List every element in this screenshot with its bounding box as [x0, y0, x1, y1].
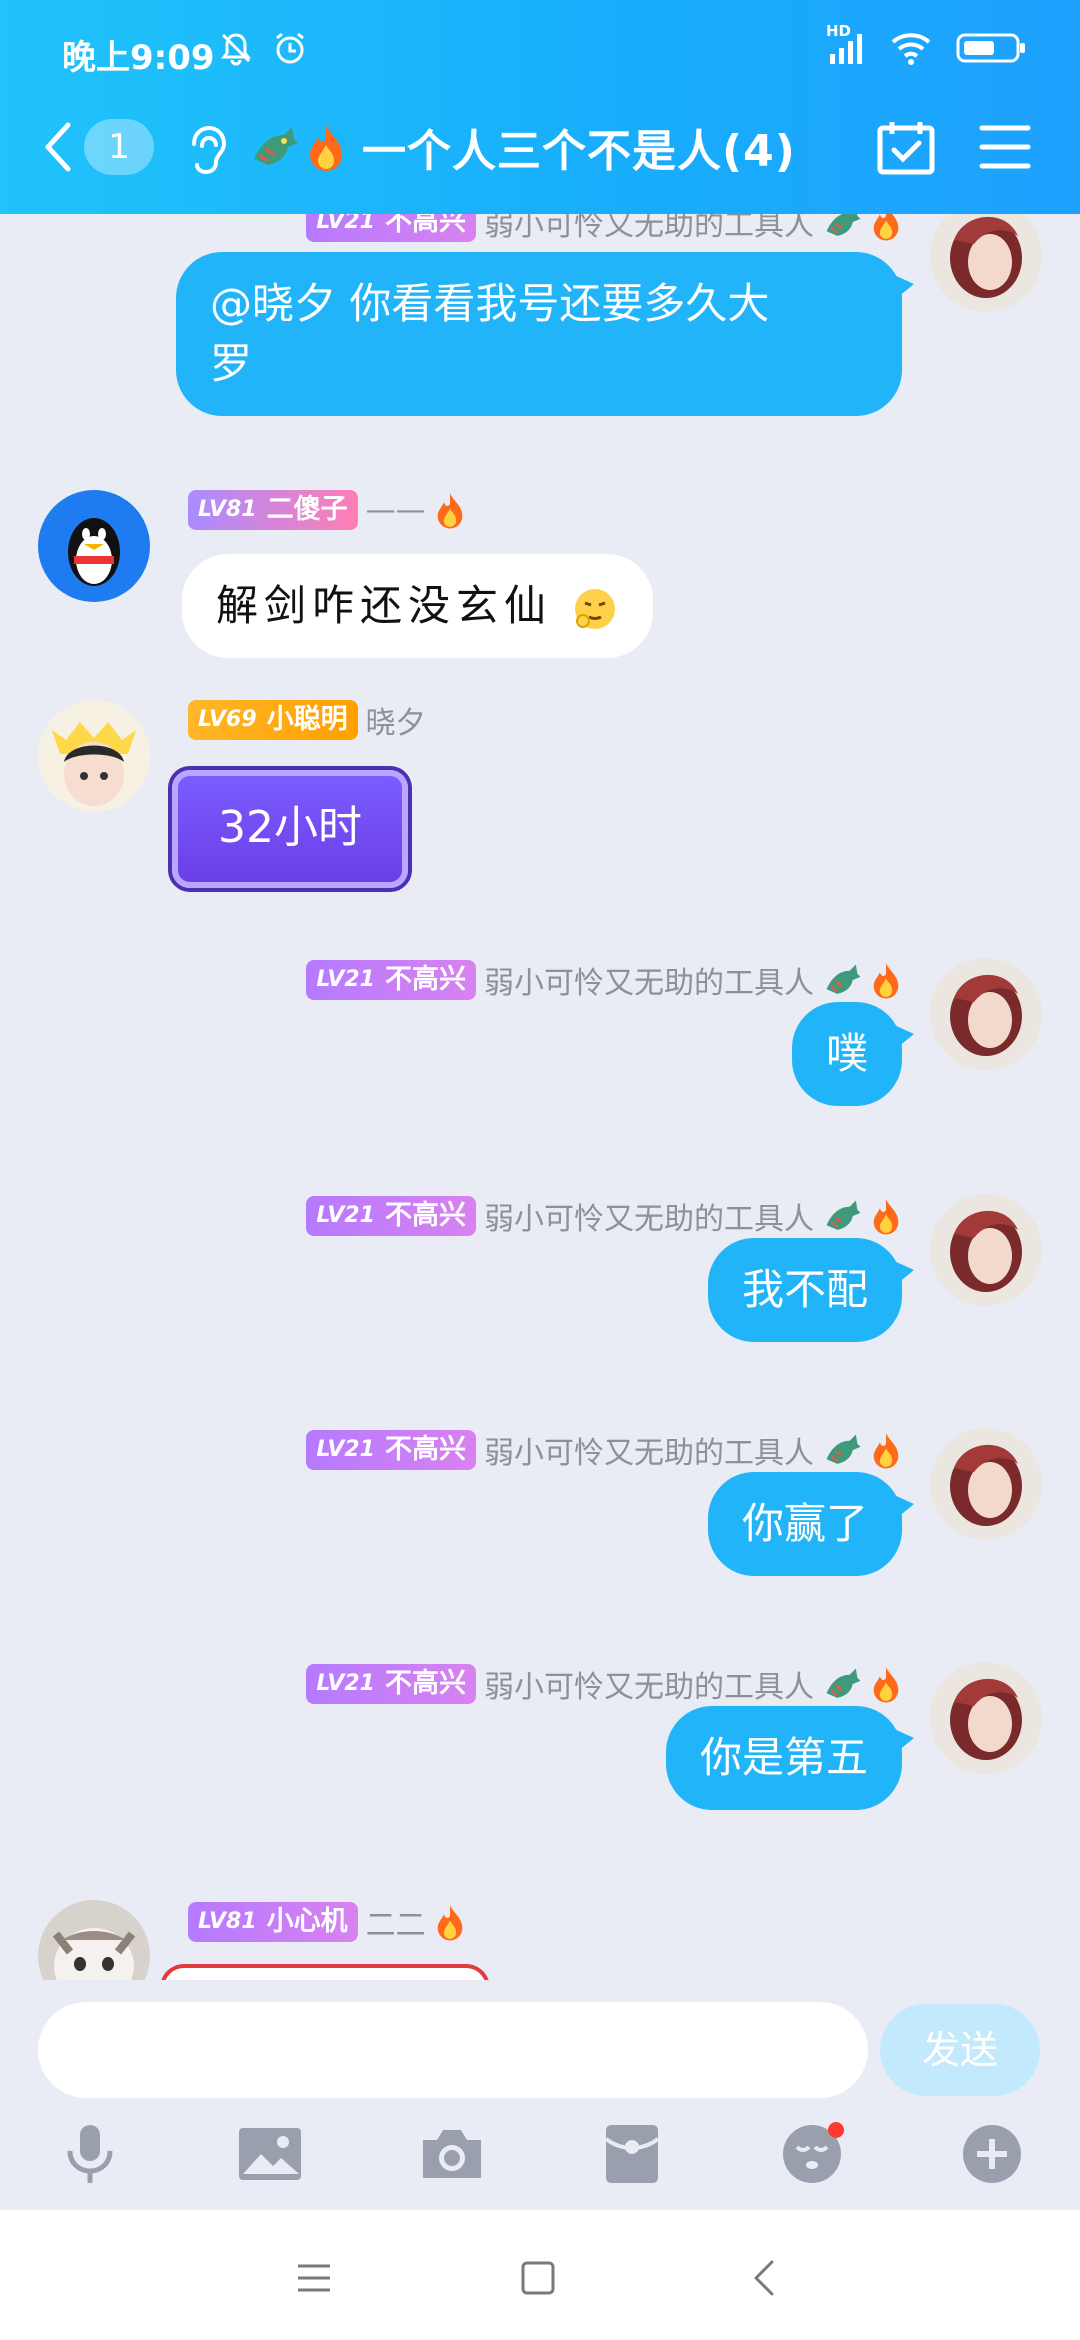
unread-count-badge: 1 — [84, 119, 154, 175]
status-left-icons — [218, 30, 308, 66]
level-badge: LV21 不高兴 — [306, 214, 476, 242]
message-bubble[interactable]: @晓夕 你看看我号还要多久大 罗 — [176, 252, 914, 416]
system-nav-bar — [0, 2210, 1080, 2340]
message-bubble[interactable] — [160, 1964, 490, 1980]
message-item: LV81 小心机 二二 — [0, 1900, 1080, 1980]
message-item: LV21 不高兴 弱小可怜又无助的工具人 你赢了 — [0, 1428, 1080, 1588]
fire-icon — [306, 121, 346, 173]
alarm-icon — [272, 30, 308, 66]
wifi-icon — [890, 30, 932, 66]
level-badge: LV21 不高兴 — [306, 1430, 476, 1470]
sender-nickname: 晓夕 — [365, 706, 426, 741]
fire-icon — [870, 1664, 902, 1704]
avatar[interactable] — [930, 1194, 1042, 1306]
hd-badge: HD — [826, 22, 852, 40]
nav-back-icon[interactable] — [736, 2250, 792, 2306]
message-item: LV21 不高兴 弱小可怜又无助的工具人 我不配 — [0, 1194, 1080, 1354]
message-item: LV21 不高兴 弱小可怜又无助的工具人 @晓夕 你看看我号还要多久大 罗 — [0, 214, 1080, 500]
message-bubble[interactable]: 我不配 — [707, 1238, 915, 1342]
recent-apps-icon[interactable] — [286, 2250, 342, 2306]
fire-icon — [870, 214, 902, 242]
sender-nickname: 弱小可怜又无助的工具人 — [484, 214, 814, 243]
level-badge: LV21 不高兴 — [306, 1196, 476, 1236]
sender-row: LV81 二傻子 —— — [188, 490, 466, 530]
sender-row: LV69 小聪明 晓夕 — [188, 698, 426, 742]
sender-nickname: 二二 — [365, 1908, 426, 1943]
status-time: 晚上9:09 — [62, 38, 215, 78]
red-packet-icon[interactable] — [596, 2118, 668, 2190]
avatar[interactable] — [930, 1428, 1042, 1540]
sender-nickname: —— — [365, 492, 426, 528]
level-badge: LV81 小心机 — [188, 1902, 358, 1942]
sender-row: LV21 不高兴 弱小可怜又无助的工具人 — [306, 1428, 902, 1472]
sender-nickname: 弱小可怜又无助的工具人 — [484, 966, 814, 1001]
sender-nickname: 弱小可怜又无助的工具人 — [484, 1436, 814, 1471]
dragon-icon — [248, 121, 300, 173]
message-item: LV69 小聪明 晓夕 32小时 — [0, 688, 1080, 918]
fire-icon — [870, 960, 902, 1000]
dragon-icon — [822, 1664, 862, 1704]
home-icon[interactable] — [510, 2250, 566, 2306]
chevron-left-icon — [40, 119, 74, 175]
status-right-icons: HD — [826, 22, 1026, 66]
header: 晚上9:09 HD 1 一个人三个不是人(4) — [0, 0, 1080, 214]
emoji-icon[interactable] — [776, 2118, 848, 2190]
notification-dot — [828, 2122, 844, 2138]
mute-bell-icon — [218, 30, 254, 66]
chat-title-wrap: 一个人三个不是人(4) — [248, 114, 796, 180]
avatar[interactable] — [930, 214, 1042, 312]
sender-row: LV21 不高兴 弱小可怜又无助的工具人 — [306, 214, 902, 244]
title-bar: 1 一个人三个不是人(4) — [0, 100, 1080, 214]
message-list[interactable]: LV21 不高兴 弱小可怜又无助的工具人 @晓夕 你看看我号还要多久大 罗 LV… — [0, 214, 1080, 1980]
sender-row: LV21 不高兴 弱小可怜又无助的工具人 — [306, 1194, 902, 1238]
send-button[interactable]: 发送 — [880, 2004, 1040, 2096]
message-item: LV21 不高兴 弱小可怜又无助的工具人 你是第五 — [0, 1662, 1080, 1822]
avatar[interactable] — [930, 958, 1042, 1070]
thinking-emoji-icon — [571, 585, 619, 633]
message-item: LV21 不高兴 弱小可怜又无助的工具人 噗 — [0, 958, 1080, 1118]
image-icon[interactable] — [234, 2118, 306, 2190]
dragon-icon — [822, 960, 862, 1000]
sender-row: LV21 不高兴 弱小可怜又无助的工具人 — [306, 958, 902, 1002]
message-bubble[interactable]: 你赢了 — [707, 1472, 915, 1576]
avatar[interactable] — [38, 490, 150, 602]
message-bubble[interactable]: 解剑咋还没玄仙 — [182, 554, 654, 658]
sender-row: LV81 小心机 二二 — [188, 1900, 466, 1944]
status-bar: 晚上9:09 HD — [0, 0, 1080, 100]
fire-icon — [870, 1196, 902, 1236]
plus-icon[interactable] — [956, 2118, 1028, 2190]
battery-icon — [956, 30, 1026, 66]
sticker-message[interactable]: 32小时 — [172, 770, 408, 888]
sender-nickname: 弱小可怜又无助的工具人 — [484, 1670, 814, 1705]
sender-nickname: 弱小可怜又无助的工具人 — [484, 1202, 814, 1237]
level-badge: LV69 小聪明 — [188, 700, 358, 740]
back-button[interactable]: 1 — [40, 114, 154, 180]
dragon-icon — [822, 214, 862, 242]
cellular-signal-icon: HD — [826, 22, 866, 66]
dragon-icon — [822, 1430, 862, 1470]
level-badge: LV21 不高兴 — [306, 1664, 476, 1704]
avatar[interactable] — [38, 700, 150, 812]
menu-icon[interactable] — [978, 120, 1032, 174]
camera-icon[interactable] — [416, 2118, 488, 2190]
dragon-icon — [822, 1196, 862, 1236]
input-toolbar — [0, 2100, 1080, 2210]
fire-icon — [434, 490, 466, 530]
avatar[interactable] — [38, 1900, 150, 1980]
message-bubble[interactable]: 你是第五 — [665, 1706, 915, 1810]
avatar[interactable] — [930, 1662, 1042, 1774]
message-bubble[interactable]: 噗 — [791, 1002, 915, 1106]
input-row: 发送 — [0, 1980, 1080, 2100]
calendar-check-icon[interactable] — [876, 118, 936, 178]
level-badge: LV81 二傻子 — [188, 490, 358, 530]
message-item: LV81 二傻子 —— 解剑咋还没玄仙 — [0, 490, 1080, 690]
chat-title: 一个人三个不是人(4) — [362, 126, 796, 177]
ear-icon[interactable] — [186, 122, 226, 178]
level-badge: LV21 不高兴 — [306, 960, 476, 1000]
fire-icon — [870, 1430, 902, 1470]
sender-row: LV21 不高兴 弱小可怜又无助的工具人 — [306, 1662, 902, 1706]
fire-icon — [434, 1902, 466, 1942]
message-input[interactable] — [38, 2002, 868, 2098]
microphone-icon[interactable] — [54, 2118, 126, 2190]
